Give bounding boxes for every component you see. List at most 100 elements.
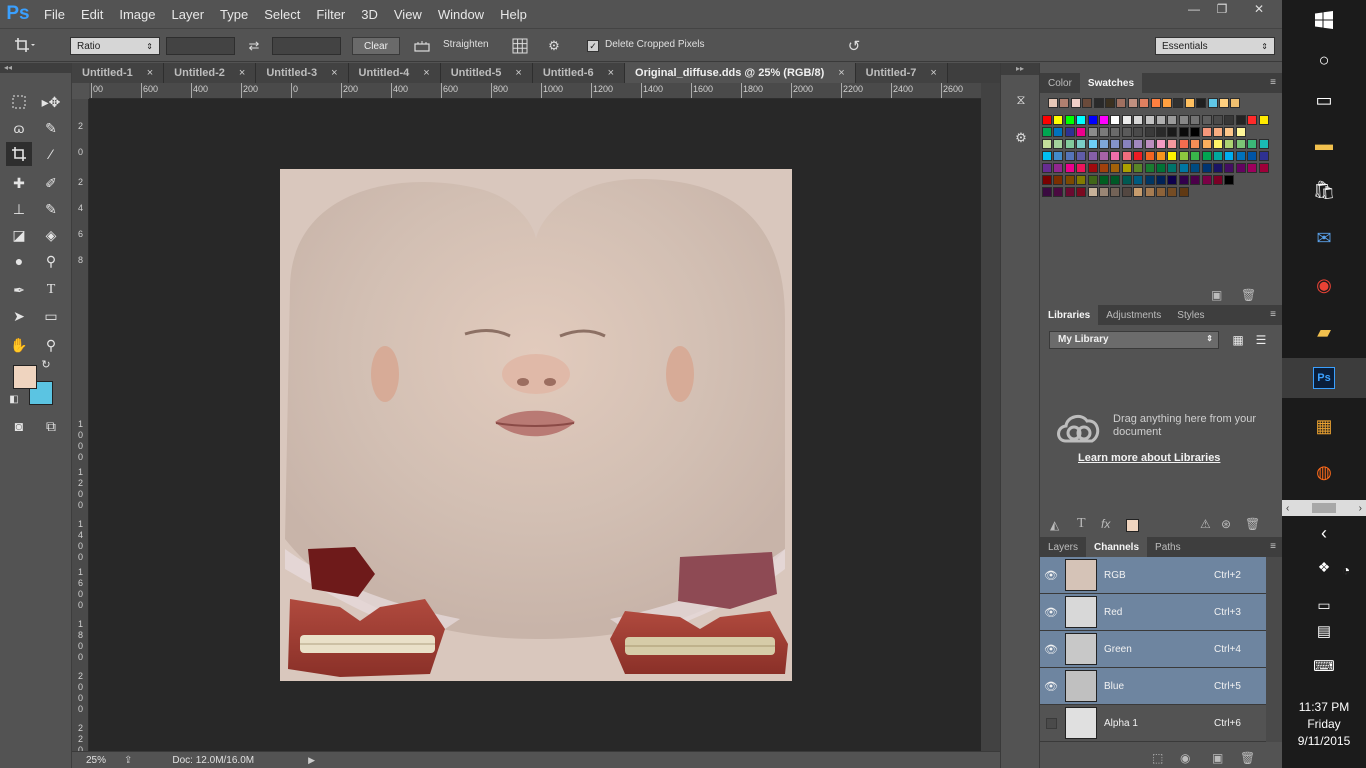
close-tab-icon[interactable]: × [930, 67, 936, 79]
swap-colors-icon[interactable]: ↻ [38, 356, 54, 372]
recent-swatch[interactable] [1048, 98, 1058, 108]
color-swatch[interactable] [1224, 127, 1235, 137]
color-swatch[interactable] [1121, 163, 1132, 173]
properties-panel-icon[interactable]: ⚙ [1011, 128, 1031, 148]
tab-paths[interactable]: Paths [1147, 537, 1189, 557]
color-swatch[interactable] [1167, 187, 1178, 197]
close-tab-icon[interactable]: × [331, 67, 337, 79]
tab-untitled-4[interactable]: Untitled-4 × [348, 63, 441, 83]
tab-original-diffuse[interactable]: Original_diffuse.dds @ 25% (RGB/8) × [625, 63, 856, 83]
quick-mask-icon[interactable]: ◙ [6, 414, 32, 438]
color-swatch[interactable] [1133, 139, 1144, 149]
panel-menu-icon[interactable]: ≡ [1270, 77, 1276, 88]
dock-header[interactable]: ▸▸ [1001, 63, 1039, 75]
color-swatch[interactable] [1133, 175, 1144, 185]
load-selection-icon[interactable]: ⬚ [1152, 751, 1163, 765]
close-tab-icon[interactable]: × [608, 67, 614, 79]
color-swatch[interactable] [1110, 115, 1121, 125]
color-swatch[interactable] [1076, 187, 1087, 197]
tab-untitled-5[interactable]: Untitled-5 × [440, 63, 533, 83]
close-tab-icon[interactable]: × [423, 67, 429, 79]
app-icon[interactable]: ▦ [1304, 406, 1344, 446]
recent-swatch[interactable] [1059, 98, 1070, 108]
color-swatch[interactable] [1053, 163, 1064, 173]
recent-swatch[interactable] [1105, 98, 1115, 108]
color-swatch[interactable] [1121, 115, 1132, 125]
recent-swatch[interactable] [1162, 98, 1172, 108]
color-swatch[interactable] [1247, 139, 1258, 149]
menu-file[interactable]: File [36, 7, 73, 22]
new-channel-icon[interactable]: ▣ [1212, 751, 1223, 765]
visibility-eye-icon[interactable]: 👁 [1040, 680, 1062, 693]
color-swatch[interactable] [1178, 175, 1189, 185]
tab-color[interactable]: Color [1040, 73, 1080, 93]
color-swatch[interactable] [1087, 139, 1098, 149]
overlay-grid-icon[interactable] [511, 37, 529, 55]
menu-layer[interactable]: Layer [164, 7, 213, 22]
color-swatch[interactable] [1099, 163, 1109, 173]
color-swatch[interactable] [1190, 163, 1201, 173]
add-graphic-icon[interactable]: ◭ [1050, 518, 1059, 532]
menu-view[interactable]: View [386, 7, 430, 22]
color-swatch[interactable] [1053, 139, 1064, 149]
library-select[interactable]: My Library ⇕ [1049, 331, 1219, 349]
close-tab-icon[interactable]: × [239, 67, 245, 79]
color-swatch[interactable] [1076, 151, 1087, 161]
color-swatch[interactable] [1099, 151, 1109, 161]
foreground-color-swatch[interactable] [13, 365, 37, 389]
color-swatch[interactable] [1178, 115, 1189, 125]
straighten-label[interactable]: Straighten [443, 39, 489, 50]
menu-type[interactable]: Type [212, 7, 256, 22]
action-center-icon[interactable]: ▤ [1304, 611, 1344, 651]
color-swatch[interactable] [1053, 127, 1064, 137]
grid-view-icon[interactable]: ▦ [1228, 330, 1248, 350]
recent-swatch[interactable] [1173, 98, 1184, 108]
color-swatch[interactable] [1167, 163, 1178, 173]
crop-tool-preset-icon[interactable] [0, 28, 50, 62]
color-swatch[interactable] [1167, 127, 1178, 137]
healing-brush-tool-icon[interactable]: ✚ [6, 171, 32, 195]
color-swatch[interactable] [1156, 127, 1166, 137]
menu-3d[interactable]: 3D [353, 7, 386, 22]
zoom-tool-icon[interactable]: ⚲ [38, 333, 64, 357]
wifi-icon[interactable]: ◔ [1326, 550, 1366, 590]
color-swatch[interactable] [1133, 127, 1144, 137]
color-swatch[interactable] [1076, 127, 1087, 137]
color-swatch[interactable] [1064, 127, 1075, 137]
width-input[interactable] [166, 37, 235, 55]
color-swatch[interactable] [1144, 127, 1155, 137]
color-swatch[interactable] [1042, 115, 1052, 125]
gear-icon[interactable]: ⚙ [545, 37, 563, 55]
color-swatch[interactable] [1121, 187, 1132, 197]
color-swatch[interactable] [1235, 115, 1246, 125]
menu-window[interactable]: Window [430, 7, 492, 22]
color-swatch[interactable] [1224, 163, 1235, 173]
color-swatch[interactable] [1133, 151, 1144, 161]
channel-row-blue[interactable]: 👁 Blue Ctrl+5 [1040, 668, 1266, 705]
color-swatch[interactable] [1099, 187, 1109, 197]
color-swatch[interactable] [1190, 151, 1201, 161]
color-swatch[interactable] [1178, 127, 1189, 137]
recent-swatch[interactable] [1184, 98, 1195, 108]
color-swatch[interactable] [1213, 151, 1223, 161]
color-swatch[interactable] [1053, 187, 1064, 197]
pen-tool-icon[interactable]: ✒ [6, 278, 32, 302]
color-swatch[interactable] [1121, 175, 1132, 185]
recent-swatch[interactable] [1219, 98, 1229, 108]
recent-swatch[interactable] [1207, 98, 1218, 108]
minimize-button[interactable]: — [1180, 0, 1208, 18]
recent-swatch[interactable] [1127, 98, 1138, 108]
screen-mode-icon[interactable]: ⧉ [38, 414, 64, 438]
color-swatch[interactable] [1121, 151, 1132, 161]
face-texture-image[interactable] [280, 169, 792, 681]
color-swatch[interactable] [1190, 139, 1201, 149]
color-swatch[interactable] [1201, 127, 1212, 137]
eyedropper-tool-icon[interactable]: ⁄ [38, 142, 64, 166]
close-button[interactable]: ✕ [1236, 0, 1282, 18]
store-icon[interactable]: 🛍 [1304, 170, 1344, 210]
learn-more-libraries-link[interactable]: Learn more about Libraries [1078, 452, 1220, 464]
color-swatch[interactable] [1042, 139, 1052, 149]
color-swatch[interactable] [1144, 187, 1155, 197]
new-swatch-icon[interactable]: ▣ [1211, 288, 1222, 302]
color-swatch[interactable] [1235, 139, 1246, 149]
